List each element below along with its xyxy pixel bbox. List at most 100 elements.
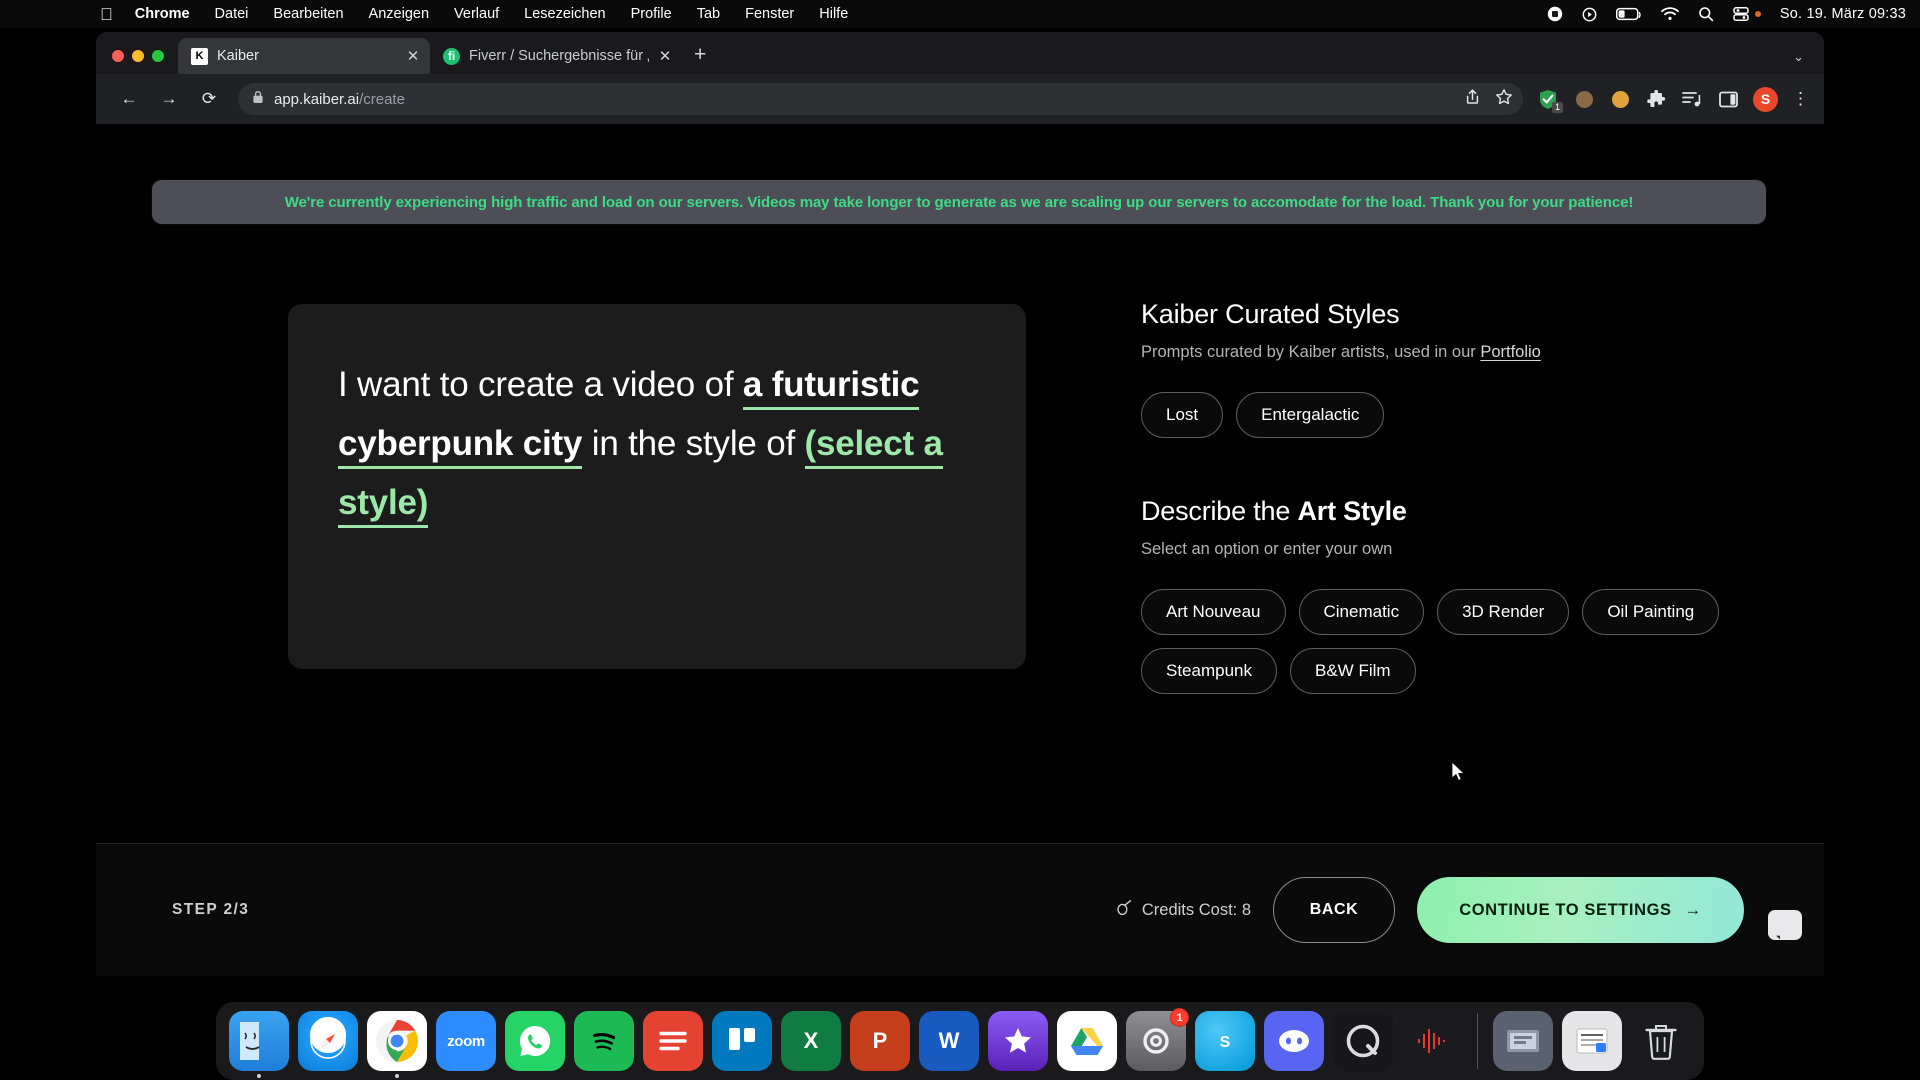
dock-item-trash[interactable] [1631,1011,1691,1071]
dock-item-downloads-stack[interactable] [1493,1011,1553,1071]
close-window-button[interactable] [112,50,124,62]
menubar-item-lesezeichen[interactable]: Lesezeichen [524,6,605,22]
menubar-item-bearbeiten[interactable]: Bearbeiten [273,6,343,22]
continue-label: CONTINUE TO SETTINGS [1459,900,1672,919]
dock-item-audio-waveform[interactable] [1402,1011,1462,1071]
back-button[interactable]: BACK [1273,877,1395,943]
menubar-item-hilfe[interactable]: Hilfe [819,6,848,22]
extensions-area: 1 S ⋮ [1533,86,1809,113]
prompt-sentence: I want to create a video of a futuristic… [338,356,976,532]
close-tab-button[interactable]: ✕ [406,47,420,65]
continue-to-settings-button[interactable]: CONTINUE TO SETTINGS → [1417,877,1744,943]
dock-item-documents-stack[interactable] [1562,1011,1622,1071]
tab-title: Kaiber [217,48,259,64]
menubar-item-anzeigen[interactable]: Anzeigen [369,6,429,22]
prompt-middle: in the style of [582,423,805,463]
running-indicator [257,1074,261,1078]
running-indicator [395,1074,399,1078]
dock-item-word[interactable]: W [919,1011,979,1071]
art-style-pill-3d-render[interactable]: 3D Render [1437,589,1570,635]
dock-item-trello[interactable] [712,1011,772,1071]
url-host: app.kaiber.ai [274,90,360,108]
share-icon[interactable] [1464,88,1481,110]
dock-container: zoom X P W 1 S [216,1002,1704,1080]
art-style-pill-cinematic[interactable]: Cinematic [1298,589,1425,635]
art-style-pill-bw-film[interactable]: B&W Film [1290,648,1416,694]
cookie-dark-icon[interactable] [1573,88,1595,110]
chat-bubble-icon[interactable] [1768,910,1802,940]
prompt-card[interactable]: I want to create a video of a futuristic… [288,304,1026,669]
art-style-pill-row: Art Nouveau Cinematic 3D Render Oil Pain… [1141,589,1824,694]
dock-label-powerpoint: P [872,1028,888,1053]
star-icon[interactable] [1495,88,1513,111]
dock-item-star-app[interactable] [988,1011,1048,1071]
control-center-play-icon[interactable] [1582,7,1597,22]
adblock-shield-icon[interactable]: 1 [1537,88,1563,113]
window-traffic-lights [112,50,178,74]
dock-badge-count: 1 [1170,1008,1189,1027]
tab-kaiber[interactable]: K Kaiber ✕ [178,38,430,74]
reload-button[interactable]: ⟳ [192,82,226,116]
screen-record-icon[interactable] [1547,6,1563,22]
portfolio-link[interactable]: Portfolio [1480,343,1541,361]
dock-item-discord[interactable] [1264,1011,1324,1071]
menubar-clock[interactable]: So. 19. März 09:33 [1780,6,1906,22]
step-indicator: STEP 2/3 [172,901,250,918]
credits-label: Credits Cost: 8 [1141,900,1251,919]
fiverr-favicon: fi [443,47,460,65]
style-panel: Kaiber Curated Styles Prompts curated by… [1141,299,1824,694]
minimize-window-button[interactable] [132,50,144,62]
dock-item-safari[interactable] [298,1011,358,1071]
menubar-status-area: So. 19. März 09:33 [1547,0,1906,28]
dock-item-spotify[interactable] [574,1011,634,1071]
dock-item-chrome[interactable] [367,1011,427,1078]
dock-item-quicktime[interactable] [1333,1011,1393,1071]
menubar-item-chrome[interactable]: Chrome [135,6,190,22]
dock-item-google-drive[interactable] [1057,1011,1117,1071]
search-icon[interactable] [1698,6,1714,22]
address-bar[interactable]: app.kaiber.ai/create [238,83,1523,115]
menubar-item-tab[interactable]: Tab [697,6,720,22]
art-style-pill-oil-painting[interactable]: Oil Painting [1582,589,1720,635]
new-tab-button[interactable]: + [682,43,718,74]
curated-pill-entergalactic[interactable]: Entergalactic [1236,392,1385,438]
art-style-pill-steampunk[interactable]: Steampunk [1141,648,1277,694]
art-style-pill-art-nouveau[interactable]: Art Nouveau [1141,589,1286,635]
menubar-item-verlauf[interactable]: Verlauf [454,6,499,22]
menubar-item-datei[interactable]: Datei [215,6,249,22]
wifi-icon[interactable] [1660,7,1679,21]
close-tab-button[interactable]: ✕ [658,47,672,65]
menubar-item-fenster[interactable]: Fenster [745,6,794,22]
dock-item-todoist[interactable] [643,1011,703,1071]
tab-title: Fiverr / Suchergebnisse für „lo [469,48,649,64]
dock-item-zoom[interactable]: zoom [436,1011,496,1071]
credits-cost: Credits Cost: 8 [1116,899,1251,921]
cookie-light-icon[interactable] [1609,88,1631,110]
url-path: /create [359,90,405,108]
dock-item-finder[interactable] [229,1011,289,1078]
dock-item-excel[interactable]: X [781,1011,841,1071]
maximize-window-button[interactable] [152,50,164,62]
forward-button[interactable]: → [152,82,186,116]
control-center-icon[interactable] [1733,7,1749,21]
tab-fiverr[interactable]: fi Fiverr / Suchergebnisse für „lo ✕ [430,38,682,74]
battery-icon[interactable] [1615,7,1642,21]
dock-item-powerpoint[interactable]: P [850,1011,910,1071]
chrome-window: K Kaiber ✕ fi Fiverr / Suchergebnisse fü… [96,32,1824,976]
dock-item-whatsapp[interactable] [505,1011,565,1071]
macos-dock: zoom X P W 1 S [0,976,1920,1080]
apple-logo-icon[interactable]:  [100,6,113,23]
curated-styles-subtitle: Prompts curated by Kaiber artists, used … [1141,343,1824,362]
profile-avatar[interactable]: S [1753,86,1778,112]
reading-list-icon[interactable] [1681,88,1703,110]
dock-item-skype[interactable]: S [1195,1011,1255,1071]
side-panel-icon[interactable] [1717,88,1739,110]
svg-text:S: S [1220,1034,1231,1051]
puzzle-extensions-icon[interactable] [1645,88,1667,110]
dock-item-system-settings[interactable]: 1 [1126,1008,1189,1071]
curated-pill-lost[interactable]: Lost [1141,392,1224,438]
tab-search-chevron-down-icon[interactable]: ⌄ [1793,49,1804,65]
back-button[interactable]: ← [112,82,146,116]
menubar-item-profile[interactable]: Profile [631,6,672,22]
chrome-menu-icon[interactable]: ⋮ [1792,89,1809,109]
